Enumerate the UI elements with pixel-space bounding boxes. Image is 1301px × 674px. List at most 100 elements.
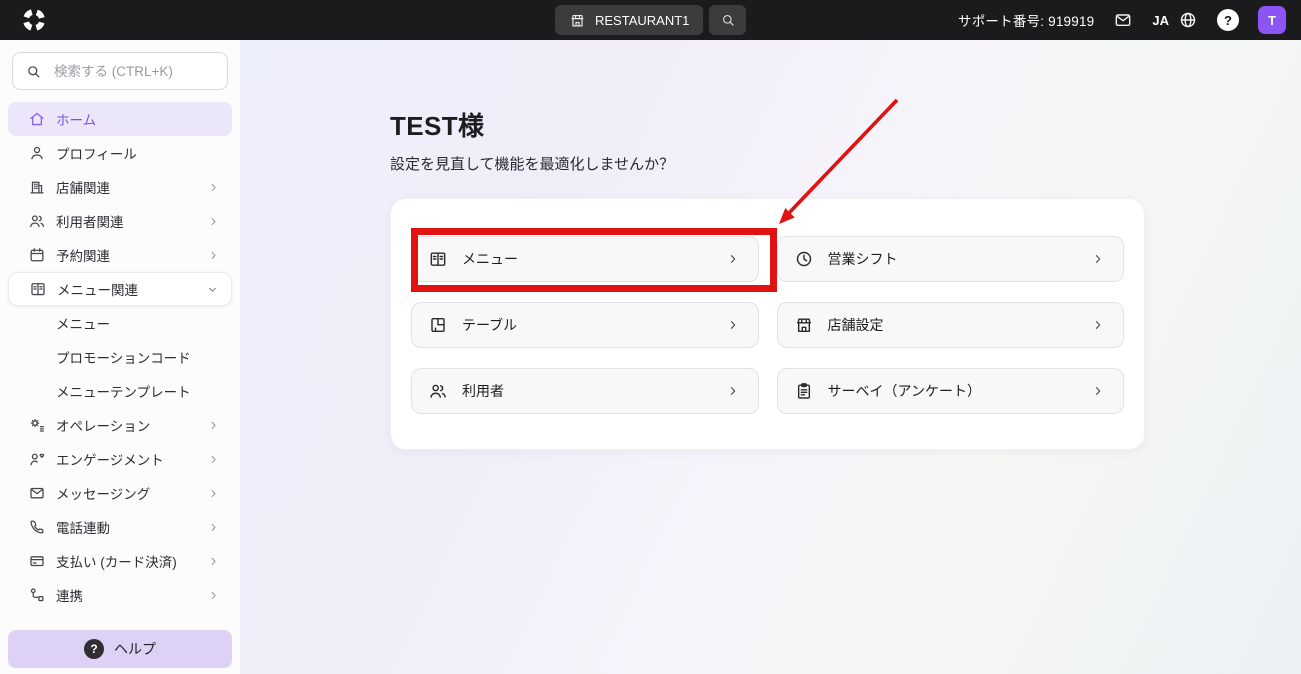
integration-icon bbox=[28, 586, 46, 604]
sidebar-item-engagement[interactable]: エンゲージメント bbox=[8, 442, 232, 476]
sidebar-item-label: 店舗関連 bbox=[56, 177, 197, 197]
chevron-right-icon bbox=[726, 384, 740, 398]
app-logo-icon bbox=[21, 7, 47, 33]
shortcut-table-button[interactable]: テーブル bbox=[411, 302, 759, 348]
page-subtitle: 設定を見直して機能を最適化しませんか？ bbox=[390, 153, 1301, 174]
help-icon[interactable]: ? bbox=[1217, 9, 1239, 31]
chevron-right-icon bbox=[207, 555, 220, 568]
sidebar-item-label: エンゲージメント bbox=[56, 449, 197, 469]
sidebar-item-label: 利用者関連 bbox=[56, 211, 197, 231]
sidebar-item-operation[interactable]: オペレーション bbox=[8, 408, 232, 442]
chevron-right-icon bbox=[207, 215, 220, 228]
building-icon bbox=[28, 178, 46, 196]
help-button-label: ヘルプ bbox=[114, 639, 156, 659]
sidebar-item-payment[interactable]: 支払い (カード決済) bbox=[8, 544, 232, 578]
shortcut-label: 営業シフト bbox=[828, 249, 1078, 269]
sidebar-item-user-related[interactable]: 利用者関連 bbox=[8, 204, 232, 238]
chevron-right-icon bbox=[1091, 384, 1105, 398]
profile-icon bbox=[28, 144, 46, 162]
floorplan-icon bbox=[428, 315, 448, 335]
shortcut-store-settings-button[interactable]: 店舗設定 bbox=[777, 302, 1125, 348]
shortcut-business-shift-button[interactable]: 営業シフト bbox=[777, 236, 1125, 282]
sidebar-item-label: プロフィール bbox=[56, 143, 220, 163]
top-bar: RESTAURANT1 サポート番号: 919919 JA ? T bbox=[0, 0, 1301, 40]
chevron-right-icon bbox=[207, 181, 220, 194]
sidebar-item-label: メニューテンプレート bbox=[56, 381, 220, 401]
sidebar-item-messaging[interactable]: メッセージング bbox=[8, 476, 232, 510]
sidebar-item-label: オペレーション bbox=[56, 415, 197, 435]
shortcut-label: メニュー bbox=[462, 249, 712, 269]
chevron-right-icon bbox=[1091, 252, 1105, 266]
language-label: JA bbox=[1152, 13, 1169, 28]
sidebar-item-label: メニュー関連 bbox=[57, 279, 196, 299]
sidebar-item-label: メニュー bbox=[56, 313, 220, 333]
sidebar-item-label: メッセージング bbox=[56, 483, 197, 503]
shortcut-survey-button[interactable]: サーベイ（アンケート） bbox=[777, 368, 1125, 414]
clock-icon bbox=[794, 249, 814, 269]
chevron-right-icon bbox=[207, 521, 220, 534]
sidebar-item-phone-link[interactable]: 電話連動 bbox=[8, 510, 232, 544]
shortcuts-grid: メニュー 営業シフトテーブル 店舗設定利用者 サーベイ（アンケート） bbox=[411, 236, 1124, 414]
sidebar-search-box[interactable] bbox=[12, 52, 228, 90]
shortcut-users-button[interactable]: 利用者 bbox=[411, 368, 759, 414]
shortcut-label: テーブル bbox=[462, 315, 712, 335]
phone-icon bbox=[28, 518, 46, 536]
sidebar: ホームプロフィール店舗関連利用者関連予約関連メニュー関連メニュープロモーションコ… bbox=[0, 40, 240, 674]
globe-icon bbox=[1178, 10, 1198, 30]
sidebar-item-label: プロモーションコード bbox=[56, 347, 220, 367]
topbar-right-group: サポート番号: 919919 JA ? T bbox=[958, 6, 1301, 34]
sidebar-search-input[interactable] bbox=[52, 63, 215, 80]
chevron-right-icon bbox=[726, 318, 740, 332]
sidebar-nav: ホームプロフィール店舗関連利用者関連予約関連メニュー関連メニュープロモーションコ… bbox=[0, 90, 240, 630]
language-switcher[interactable]: JA bbox=[1152, 10, 1198, 30]
shortcut-label: サーベイ（アンケート） bbox=[828, 381, 1078, 401]
mail-icon bbox=[28, 484, 46, 502]
avatar[interactable]: T bbox=[1258, 6, 1286, 34]
shortcut-label: 利用者 bbox=[462, 381, 712, 401]
chevron-right-icon bbox=[207, 419, 220, 432]
sidebar-item-menu-related[interactable]: メニュー関連 bbox=[8, 272, 232, 306]
help-button[interactable]: ? ヘルプ bbox=[8, 630, 232, 668]
question-icon: ? bbox=[84, 639, 104, 659]
users-icon bbox=[28, 212, 46, 230]
chevron-down-icon bbox=[206, 283, 219, 296]
sidebar-item-menu-template[interactable]: メニューテンプレート bbox=[8, 374, 232, 408]
sidebar-item-promotion-code[interactable]: プロモーションコード bbox=[8, 340, 232, 374]
chevron-right-icon bbox=[207, 249, 220, 262]
survey-icon bbox=[794, 381, 814, 401]
chevron-right-icon bbox=[207, 453, 220, 466]
restaurant-name: RESTAURANT1 bbox=[595, 13, 689, 28]
search-icon bbox=[25, 63, 42, 80]
users-icon bbox=[428, 381, 448, 401]
chevron-right-icon bbox=[207, 487, 220, 500]
chevron-right-icon bbox=[1091, 318, 1105, 332]
chevron-right-icon bbox=[207, 589, 220, 602]
sidebar-item-profile[interactable]: プロフィール bbox=[8, 136, 232, 170]
sidebar-item-reservation-related[interactable]: 予約関連 bbox=[8, 238, 232, 272]
search-icon bbox=[720, 12, 736, 28]
menu-book-icon bbox=[29, 280, 47, 298]
sidebar-item-store-related[interactable]: 店舗関連 bbox=[8, 170, 232, 204]
sidebar-item-menu[interactable]: メニュー bbox=[8, 306, 232, 340]
shortcut-label: 店舗設定 bbox=[828, 315, 1078, 335]
storefront-icon bbox=[569, 12, 586, 29]
page-title: TEST様 bbox=[390, 106, 1301, 143]
calendar-icon bbox=[28, 246, 46, 264]
sidebar-item-label: ホーム bbox=[56, 109, 220, 129]
sidebar-item-home[interactable]: ホーム bbox=[8, 102, 232, 136]
topbar-search-button[interactable] bbox=[709, 5, 746, 35]
sidebar-item-label: 支払い (カード決済) bbox=[56, 551, 197, 571]
menu-book-icon bbox=[428, 249, 448, 269]
storefront-icon bbox=[794, 315, 814, 335]
sidebar-item-label: 連携 bbox=[56, 585, 197, 605]
mail-icon[interactable] bbox=[1113, 10, 1133, 30]
sidebar-item-integration[interactable]: 連携 bbox=[8, 578, 232, 612]
restaurant-selector-button[interactable]: RESTAURANT1 bbox=[555, 5, 703, 35]
setup-shortcuts-card: メニュー 営業シフトテーブル 店舗設定利用者 サーベイ（アンケート） bbox=[390, 198, 1145, 450]
home-icon bbox=[28, 110, 46, 128]
engagement-icon bbox=[28, 450, 46, 468]
shortcut-menu-button[interactable]: メニュー bbox=[411, 236, 759, 282]
sidebar-item-label: 電話連動 bbox=[56, 517, 197, 537]
chevron-right-icon bbox=[726, 252, 740, 266]
sidebar-item-label: 予約関連 bbox=[56, 245, 197, 265]
